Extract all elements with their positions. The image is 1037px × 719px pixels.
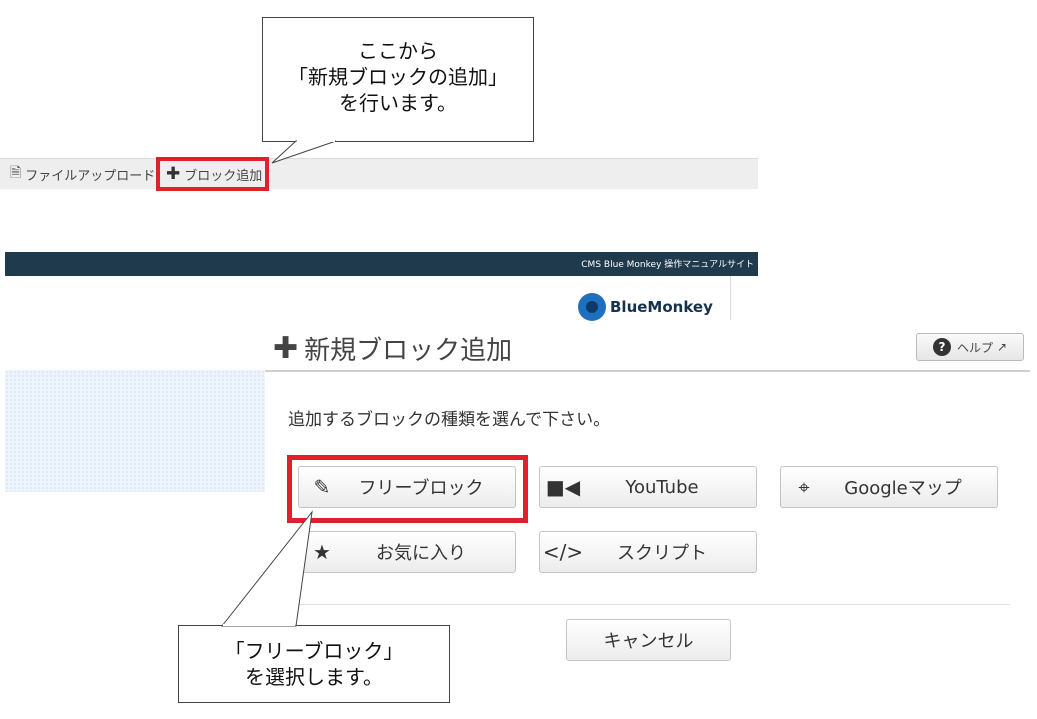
file-icon: 🗎 (10, 165, 22, 181)
video-camera-icon: ■◀ (545, 475, 581, 499)
logo-text: BlueMonkey (610, 298, 713, 316)
site-header-bar: CMS Blue Monkey 操作マニュアルサイト (5, 252, 758, 276)
modal-header: ✚ 新規ブロック追加 ? ヘルプ ↗ (265, 322, 1030, 372)
youtube-button[interactable]: ■◀ YouTube (539, 466, 757, 508)
toolbar: 🗎 ファイルアップロード ✚ ブロック追加 (0, 158, 758, 189)
site-logo[interactable]: BlueMonkey (578, 293, 728, 321)
favorites-label: お気に入り (376, 543, 466, 564)
google-map-label: Googleマップ (844, 478, 962, 499)
site-header-text: CMS Blue Monkey 操作マニュアルサイト (581, 260, 754, 270)
modal-prompt: 追加するブロックの種類を選んで下さい。 (288, 410, 611, 430)
logo-mark-icon (578, 293, 606, 321)
modal-divider (298, 604, 1010, 605)
divider-vertical (730, 276, 731, 320)
google-map-button[interactable]: ⌖ Googleマップ (780, 466, 998, 508)
callout-top-text: ここから 「新規ブロックの追加」 を行います。 (288, 39, 508, 115)
file-upload-label: ファイルアップロード (25, 168, 156, 184)
highlight-free-block (287, 455, 528, 523)
cancel-button[interactable]: キャンセル (566, 619, 731, 661)
star-icon: ★ (313, 540, 331, 564)
youtube-label: YouTube (625, 476, 699, 498)
highlight-add-block (156, 157, 269, 191)
script-label: スクリプト (617, 543, 707, 564)
question-icon: ? (932, 338, 951, 356)
favorites-button[interactable]: ★ お気に入り (298, 531, 516, 573)
script-button[interactable]: </> スクリプト (539, 531, 757, 573)
help-button[interactable]: ? ヘルプ ↗ (916, 333, 1024, 361)
callout-bottom-text: 「フリーブロック」 を選択します。 (224, 639, 404, 689)
left-panel (5, 370, 265, 492)
callout-bottom: 「フリーブロック」 を選択します。 (178, 625, 450, 703)
plus-icon: ✚ (273, 331, 299, 366)
code-icon: </> (542, 540, 584, 564)
file-upload-link[interactable]: 🗎 ファイルアップロード (10, 163, 155, 185)
external-link-icon: ↗ (996, 340, 1008, 354)
callout-top: ここから 「新規ブロックの追加」 を行います。 (262, 17, 534, 142)
cancel-label: キャンセル (603, 631, 694, 652)
crosshair-icon: ⌖ (798, 475, 810, 499)
modal-title-text: 新規ブロック追加 (304, 336, 513, 366)
help-label: ヘルプ (956, 340, 993, 355)
modal-title: ✚ 新規ブロック追加 (273, 330, 512, 367)
